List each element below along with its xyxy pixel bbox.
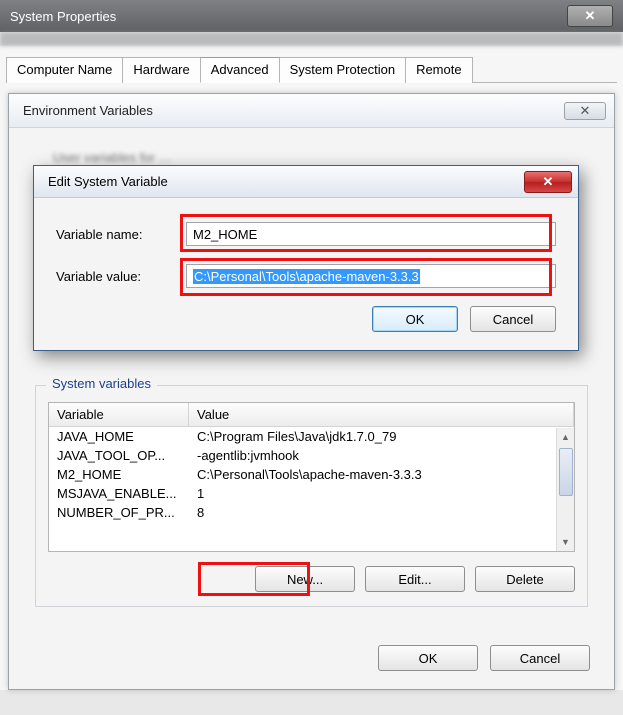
- sysprops-body: Computer Name Hardware Advanced System P…: [0, 46, 623, 690]
- env-footer-buttons: OK Cancel: [9, 627, 614, 689]
- tab-advanced[interactable]: Advanced: [200, 57, 280, 83]
- tab-computer-name[interactable]: Computer Name: [6, 57, 123, 83]
- env-vars-titlebar: Environment Variables ✕: [9, 94, 614, 128]
- system-vars-header: Variable Value: [49, 403, 574, 427]
- variable-value-label: Variable value:: [56, 269, 186, 284]
- sysprops-close-button[interactable]: ✕: [567, 5, 613, 27]
- env-ok-button[interactable]: OK: [378, 645, 478, 671]
- col-value[interactable]: Value: [189, 403, 574, 426]
- edit-sysvar-dialog: Edit System Variable ✕ Variable name: M2…: [33, 165, 579, 351]
- sysprops-title: System Properties: [10, 9, 116, 24]
- variable-value-field[interactable]: C:\Personal\Tools\apache-maven-3.3.3: [186, 264, 556, 288]
- list-item[interactable]: JAVA_TOOL_OP... -agentlib:jvmhook: [49, 446, 574, 465]
- env-vars-title: Environment Variables: [23, 103, 153, 118]
- variable-name-label: Variable name:: [56, 227, 186, 242]
- tab-strip: Computer Name Hardware Advanced System P…: [6, 56, 617, 83]
- new-button[interactable]: New...: [255, 566, 355, 592]
- variable-name-field[interactable]: M2_HOME: [186, 222, 556, 246]
- tab-hardware[interactable]: Hardware: [122, 57, 200, 83]
- edit-button[interactable]: Edit...: [365, 566, 465, 592]
- edit-ok-button[interactable]: OK: [372, 306, 458, 332]
- system-vars-legend: System variables: [46, 376, 157, 391]
- scroll-down-icon[interactable]: ▼: [557, 533, 574, 551]
- list-item[interactable]: JAVA_HOME C:\Program Files\Java\jdk1.7.0…: [49, 427, 574, 446]
- edit-sysvar-title: Edit System Variable: [48, 174, 168, 189]
- env-vars-close-button[interactable]: ✕: [564, 102, 606, 120]
- list-item[interactable]: NUMBER_OF_PR... 8: [49, 503, 574, 522]
- tab-system-protection[interactable]: System Protection: [279, 57, 407, 83]
- env-cancel-button[interactable]: Cancel: [490, 645, 590, 671]
- close-icon: ✕: [585, 8, 596, 24]
- list-item[interactable]: MSJAVA_ENABLE... 1: [49, 484, 574, 503]
- scroll-up-icon[interactable]: ▲: [557, 428, 574, 446]
- edit-cancel-button[interactable]: Cancel: [470, 306, 556, 332]
- system-vars-rows: JAVA_HOME C:\Program Files\Java\jdk1.7.0…: [49, 427, 574, 522]
- user-vars-legend-blurred: User variables for …: [53, 150, 588, 165]
- system-vars-group: System variables Variable Value JAVA_HOM…: [35, 385, 588, 607]
- edit-sysvar-close-button[interactable]: ✕: [524, 171, 572, 193]
- system-vars-list[interactable]: Variable Value JAVA_HOME C:\Program File…: [48, 402, 575, 552]
- system-vars-scrollbar[interactable]: ▲ ▼: [556, 428, 574, 551]
- scroll-thumb[interactable]: [559, 448, 573, 496]
- sysprops-titlebar: System Properties ✕: [0, 0, 623, 32]
- col-variable[interactable]: Variable: [49, 403, 189, 426]
- blurred-toolbar: [0, 32, 623, 46]
- delete-button[interactable]: Delete: [475, 566, 575, 592]
- tab-remote[interactable]: Remote: [405, 57, 473, 83]
- edit-sysvar-titlebar: Edit System Variable ✕: [34, 166, 578, 198]
- list-item[interactable]: M2_HOME C:\Personal\Tools\apache-maven-3…: [49, 465, 574, 484]
- close-icon: ✕: [580, 103, 591, 119]
- close-icon: ✕: [543, 174, 554, 190]
